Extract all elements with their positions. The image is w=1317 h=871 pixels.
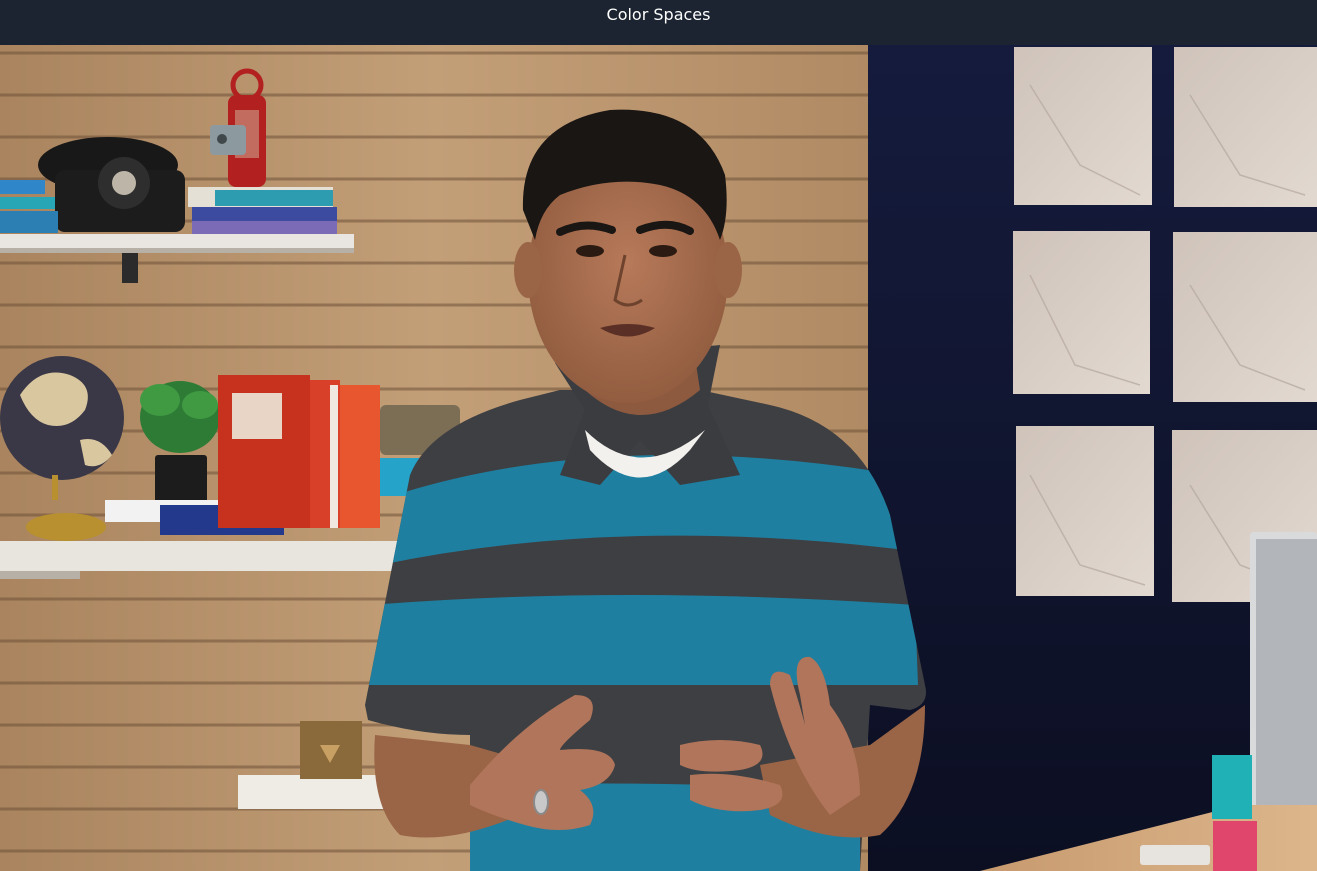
video-frame[interactable] [0,45,1317,871]
video-still-image [0,45,1317,871]
video-title: Color Spaces [606,5,711,24]
video-player-window: Color Spaces [0,0,1317,871]
title-bar: Color Spaces [0,0,1317,45]
